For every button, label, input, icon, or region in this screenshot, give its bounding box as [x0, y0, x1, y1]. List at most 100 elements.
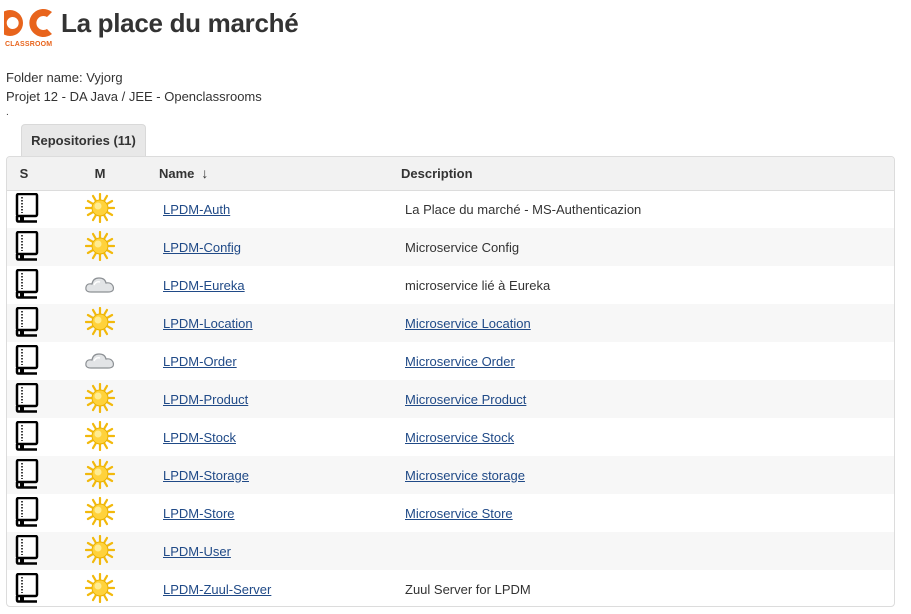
status-cell [7, 494, 41, 532]
repository-link[interactable]: LPDM-Stock [163, 430, 236, 445]
status-cell [7, 190, 41, 228]
column-header-weather-label: M [94, 165, 106, 181]
weather-cell [41, 456, 159, 494]
separator-dot: . [6, 107, 9, 118]
repository-link[interactable]: LPDM-Config [163, 240, 241, 255]
tab-repositories[interactable]: Repositories (11) [21, 124, 146, 156]
cloud-icon [84, 272, 116, 299]
description-cell: Microservice Stock [401, 418, 894, 456]
column-header-status[interactable]: S [7, 157, 41, 191]
description-link[interactable]: Microservice Product [405, 392, 526, 407]
sun-icon [84, 230, 116, 264]
description-text: microservice lié à Eureka [405, 277, 551, 293]
weather-cell [41, 570, 159, 606]
repository-book-icon [15, 268, 39, 302]
cloud-icon [84, 348, 116, 375]
name-cell: LPDM-User [159, 532, 401, 570]
sun-icon [84, 192, 116, 226]
column-header-description-label: Description [401, 165, 473, 181]
sun-icon [84, 382, 116, 416]
status-cell [7, 304, 41, 342]
repository-link[interactable]: LPDM-Eureka [163, 278, 245, 293]
status-cell [7, 380, 41, 418]
table-row: LPDM-Eureka microservice lié à Eureka [7, 266, 894, 304]
folder-name: Folder name: Vyjorg [6, 70, 123, 85]
repository-link[interactable]: LPDM-Store [163, 506, 235, 521]
repository-link[interactable]: LPDM-Zuul-Server [163, 582, 271, 597]
column-header-description[interactable]: Description [401, 157, 894, 191]
name-cell: LPDM-Stock [159, 418, 401, 456]
repository-link[interactable]: LPDM-Location [163, 316, 253, 331]
sun-icon [84, 306, 116, 340]
table-header-row: S M Name ↓ Description [7, 157, 894, 191]
status-cell [7, 342, 41, 380]
table-row: LPDM-User [7, 532, 894, 570]
description-cell: Microservice Product [401, 380, 894, 418]
description-cell: Zuul Server for LPDM [401, 570, 894, 606]
description-cell: Microservice Config [401, 228, 894, 266]
sun-icon [84, 572, 116, 606]
name-cell: LPDM-Product [159, 380, 401, 418]
column-header-name-label: Name [159, 166, 195, 182]
sun-icon [84, 420, 116, 454]
repository-book-icon [15, 230, 39, 264]
repository-book-icon [15, 420, 39, 454]
description-cell [401, 532, 894, 570]
description-cell: Microservice Store [401, 494, 894, 532]
weather-cell [41, 418, 159, 456]
repository-book-icon [15, 306, 39, 340]
description-text: La Place du marché - MS-Authenticazion [405, 201, 642, 217]
status-cell [7, 532, 41, 570]
repository-link[interactable]: LPDM-User [163, 544, 231, 559]
repository-link[interactable]: LPDM-Storage [163, 468, 249, 483]
table-row: LPDM-Location Microservice Location [7, 304, 894, 342]
name-cell: LPDM-Store [159, 494, 401, 532]
description-link[interactable]: Microservice Store [405, 506, 513, 521]
description-cell: La Place du marché - MS-Authenticazion [401, 190, 894, 228]
description-link[interactable]: Microservice storage [405, 468, 525, 483]
status-cell [7, 228, 41, 266]
column-header-weather[interactable]: M [41, 157, 159, 191]
sort-down-arrow-icon: ↓ [201, 165, 209, 182]
status-cell [7, 570, 41, 606]
description-cell: Microservice Location [401, 304, 894, 342]
folder-info: Folder name: Vyjorg Projet 12 - DA Java … [6, 68, 262, 106]
column-header-status-label: S [19, 165, 29, 181]
sun-icon [84, 458, 116, 492]
status-cell [7, 418, 41, 456]
weather-cell [41, 532, 159, 570]
description-link[interactable]: Microservice Order [405, 354, 515, 369]
name-cell: LPDM-Config [159, 228, 401, 266]
table-row: LPDM-Auth La Place du marché - MS-Authent… [7, 190, 894, 228]
oc-logo-icon [4, 9, 52, 37]
name-cell: LPDM-Auth [159, 190, 401, 228]
description-text: Zuul Server for LPDM [405, 581, 531, 597]
table-row: LPDM-Config Microservice Config [7, 228, 894, 266]
repository-book-icon [15, 344, 39, 378]
description-link[interactable]: Microservice Stock [405, 430, 514, 445]
repositories-table: S M Name ↓ Description LPDM-Auth La Place … [6, 156, 895, 607]
sun-icon [84, 496, 116, 530]
weather-cell [41, 380, 159, 418]
table-row: LPDM-Zuul-Server Zuul Server for LPDM [7, 570, 894, 606]
repository-book-icon [15, 192, 39, 226]
weather-cell [41, 342, 159, 380]
description-text: Microservice Config [405, 239, 520, 255]
description-cell: Microservice storage [401, 456, 894, 494]
description-cell: microservice lié à Eureka [401, 266, 894, 304]
openclassrooms-logo[interactable]: CLASSROOM [4, 4, 56, 52]
status-cell [7, 266, 41, 304]
description-link[interactable]: Microservice Location [405, 316, 531, 331]
repository-book-icon [15, 458, 39, 492]
status-cell [7, 456, 41, 494]
repository-book-icon [15, 382, 39, 416]
repository-book-icon [15, 572, 39, 606]
repository-link[interactable]: LPDM-Product [163, 392, 248, 407]
sun-icon [84, 534, 116, 568]
column-header-name[interactable]: Name ↓ [159, 157, 401, 191]
weather-cell [41, 304, 159, 342]
folder-description: Projet 12 - DA Java / JEE - Openclassroo… [6, 89, 262, 104]
repository-link[interactable]: LPDM-Auth [163, 202, 230, 217]
weather-cell [41, 266, 159, 304]
repository-link[interactable]: LPDM-Order [163, 354, 237, 369]
